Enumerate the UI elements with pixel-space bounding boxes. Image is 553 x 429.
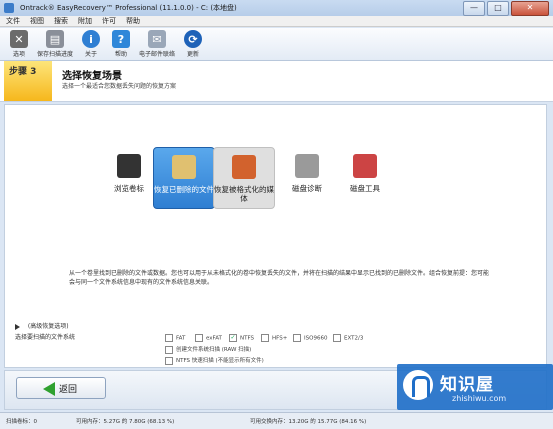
step-header: 步骤 3 选择恢复场景 选择一个最适合您数据丢失问题的恢复方案 [0, 61, 553, 102]
app-icon [4, 3, 14, 13]
step-title: 选择恢复场景 [62, 71, 122, 82]
watermark-url: zhishiwu.com [452, 394, 507, 403]
maximize-button[interactable]: □ [487, 1, 509, 16]
scenario-browse-volume[interactable]: 浏览卷标 [99, 147, 159, 207]
back-arrow-icon [43, 382, 55, 396]
update-icon: ⟳ [184, 30, 202, 48]
scenario-disk-diagnostic[interactable]: 磁盘诊断 [277, 147, 337, 207]
menu-search[interactable]: 搜索 [54, 16, 68, 26]
help-button[interactable]: ? 帮助 [102, 30, 140, 58]
fs-hfs-checkbox[interactable]: HFS+ [261, 334, 287, 342]
ntfs-quick-scan-checkbox[interactable]: NTFS 快速扫描 (不能显示所有文件) [165, 356, 264, 365]
window-title: Ontrack® EasyRecovery™ Professional (11.… [20, 4, 237, 12]
binoculars-icon [117, 154, 141, 178]
title-bar: Ontrack® EasyRecovery™ Professional (11.… [0, 0, 553, 17]
watermark-logo-icon [403, 370, 433, 400]
fs-exfat-checkbox[interactable]: exFAT [195, 334, 222, 342]
minimize-button[interactable]: — [463, 1, 485, 16]
status-volumes: 扫描卷标：0 [6, 419, 37, 425]
advanced-options-toggle[interactable]: (高级恢复选项) [15, 321, 69, 330]
watermark-text: 知识屋 [440, 375, 494, 395]
email-button[interactable]: ✉ 电子邮件联络 [138, 30, 176, 58]
toolbar: ✕ 选项 ▤ 保存扫描进度 i 关于 ? 帮助 ✉ 电子邮件联络 ⟳ 更新 [0, 28, 553, 61]
close-button[interactable]: ✕ [511, 1, 549, 16]
raw-scan-checkbox[interactable]: 创建文件系统扫描 (RAW 扫描) [165, 345, 251, 354]
status-swap: 可用交换内存：13.20G 的 15.77G (84.16 %) [250, 419, 367, 425]
menu-help[interactable]: 帮助 [126, 16, 140, 26]
filesystem-label: 选择要扫描的文件系统 [15, 334, 76, 341]
info-icon: i [82, 30, 100, 48]
menu-view[interactable]: 视图 [30, 16, 44, 26]
scenario-panel: 浏览卷标 恢复已删除的文件 恢复被格式化的媒体 磁盘诊断 磁盘工具 从一个卷里找… [4, 104, 547, 368]
menu-license[interactable]: 许可 [102, 16, 116, 26]
scenario-recover-formatted[interactable]: 恢复被格式化的媒体 [213, 147, 275, 209]
fs-iso9660-checkbox[interactable]: ISO9660 [293, 334, 327, 342]
step-subtitle: 选择一个最适合您数据丢失问题的恢复方案 [62, 83, 177, 90]
scenario-recover-deleted[interactable]: 恢复已删除的文件 [153, 147, 215, 209]
deleted-files-icon [172, 155, 196, 179]
fs-ntfs-checkbox[interactable]: ✓ NTFS [229, 334, 254, 342]
menu-extra[interactable]: 附加 [78, 16, 92, 26]
menu-file[interactable]: 文件 [6, 16, 20, 26]
scenario-disk-tools[interactable]: 磁盘工具 [335, 147, 395, 207]
scenario-description: 从一个卷里找到已删除的文件或数据。您也可以用于从未格式化的卷中恢复丢失的文件，并… [69, 270, 490, 286]
disk-tools-icon [353, 154, 377, 178]
envelope-icon: ✉ [148, 30, 166, 48]
expand-triangle-icon [15, 323, 20, 330]
step-badge: 步骤 3 [4, 61, 52, 101]
menu-bar: 文件 视图 搜索 附加 许可 帮助 [0, 16, 553, 27]
disk-diagnostic-icon [295, 154, 319, 178]
back-button[interactable]: 返回 [16, 377, 106, 399]
options-button[interactable]: ✕ 选项 [0, 30, 38, 58]
update-button[interactable]: ⟳ 更新 [174, 30, 212, 58]
fs-ext-checkbox[interactable]: EXT2/3 [333, 334, 363, 342]
status-memory: 可用内存：5.27G 的 7.80G (68.13 %) [76, 419, 175, 425]
save-progress-button[interactable]: ▤ 保存扫描进度 [36, 30, 74, 58]
status-bar: 扫描卷标：0 可用内存：5.27G 的 7.80G (68.13 %) 可用交换… [0, 412, 553, 429]
fs-fat-checkbox[interactable]: FAT [165, 334, 185, 342]
help-icon: ? [112, 30, 130, 48]
watermark: 知识屋 zhishiwu.com [397, 364, 553, 410]
step-number: 步骤 3 [9, 67, 37, 77]
tools-icon: ✕ [10, 30, 28, 48]
formatted-media-icon [232, 155, 256, 179]
save-icon: ▤ [46, 30, 64, 48]
